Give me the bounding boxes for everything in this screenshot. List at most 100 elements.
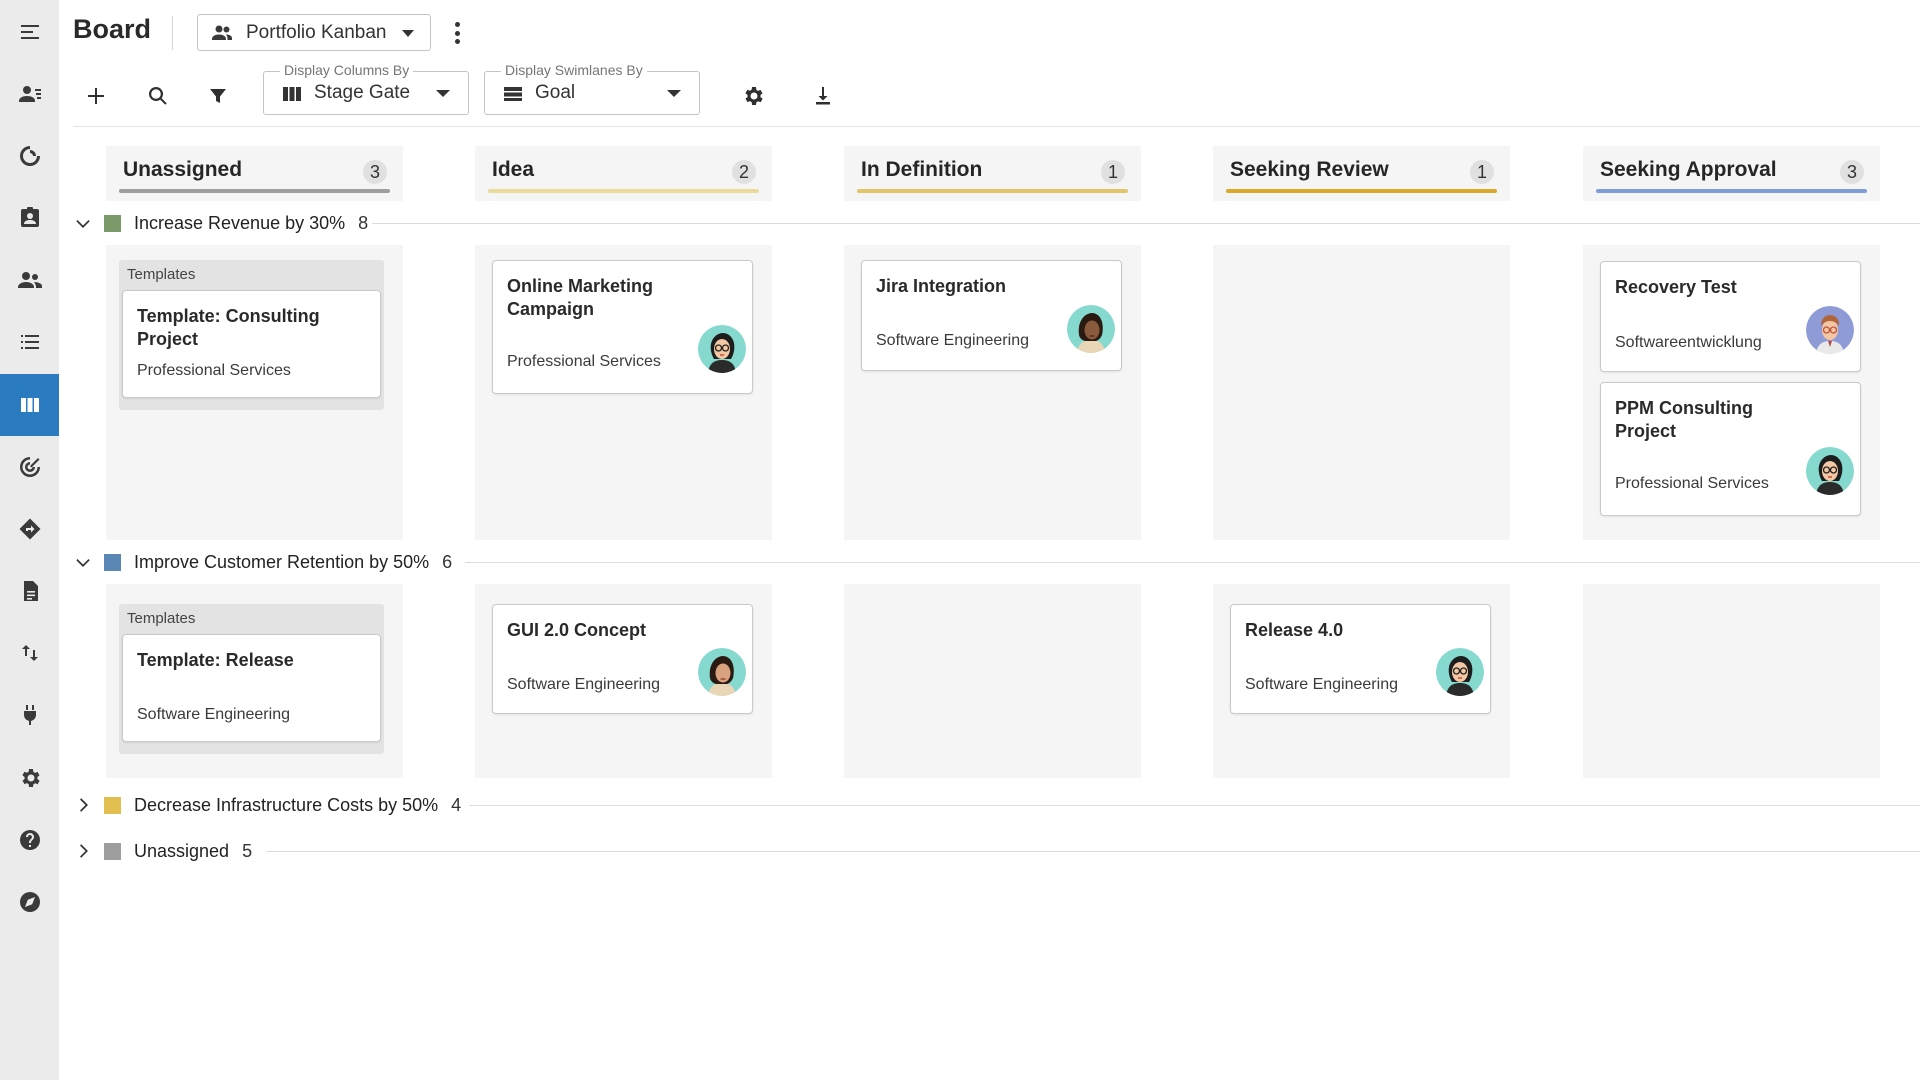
sidebar-item-resources[interactable] [0,63,59,125]
project-card[interactable]: GUI 2.0 Concept Software Engineering [492,604,753,714]
columns-icon [280,82,304,106]
chevron-right-icon [75,797,91,813]
swimlane-header-improve-retention[interactable]: Improve Customer Retention by 50% 6 [73,549,452,575]
view-selector[interactable]: Portfolio Kanban [197,14,431,51]
card-title: Online Marketing Campaign [507,276,654,319]
sidebar-item-board[interactable] [0,374,59,436]
swimlane-name: Improve Customer Retention by 50% [134,551,430,572]
list-icon [20,335,39,349]
column-status-bar [488,189,759,193]
swimlane-color-swatch [104,796,121,814]
transfer-icon [21,645,38,661]
plus-icon [88,88,104,104]
column-header-seeking-review: Seeking Review 1 [1213,146,1510,201]
column-header-idea: Idea 2 [475,146,772,201]
project-card[interactable]: Recovery Test Softwareentwicklung [1600,261,1861,372]
page-title: Board [73,14,152,44]
card-title: GUI 2.0 Concept [507,620,647,640]
lane1-cell-unassigned: Templates Template: Consulting Project P… [106,245,403,540]
sidebar-item-settings[interactable] [0,747,59,809]
swimlane-header-decrease-costs[interactable]: Decrease Infrastructure Costs by 50% 4 [73,792,461,818]
more-options-button[interactable] [447,20,467,46]
project-card[interactable]: Release 4.0 Software Engineering [1230,604,1491,714]
swimlane-name: Unassigned [134,840,230,861]
sidebar-item-assignments[interactable] [0,187,59,249]
lane1-cell-seeking-review [1213,245,1510,540]
swimlane-count: 5 [242,840,253,861]
card-subtitle: Software Engineering [507,676,660,693]
avatar [698,648,746,696]
column-title: Seeking Approval [1600,158,1777,181]
sidebar-item-explore[interactable] [0,871,59,933]
template-card[interactable]: Template: Consulting Project Professiona… [122,290,381,398]
lane2-cell-in-definition [844,584,1141,778]
lane1-cell-in-definition: Jira Integration Software Engineering [844,245,1141,540]
column-title: In Definition [861,158,983,181]
card-subtitle: Software Engineering [137,706,290,723]
swimlane-count: 4 [451,794,462,815]
lane1-cell-idea: Online Marketing Campaign Professional S… [475,245,772,540]
column-header-seeking-approval: Seeking Approval 3 [1583,146,1880,201]
card-subtitle: Professional Services [507,353,661,370]
sidebar-item-integrations[interactable] [0,684,59,746]
chevron-down-icon [436,90,450,97]
sidebar-menu-toggle[interactable] [0,1,59,63]
sidebar-item-roadmap[interactable] [0,498,59,560]
column-count-badge: 3 [363,160,387,184]
header-divider [172,16,173,50]
card-subtitle: Professional Services [1615,475,1769,492]
add-button[interactable] [78,78,114,114]
sidebar-item-teams[interactable] [0,249,59,311]
avatar [698,325,746,373]
swimlane-color-swatch [104,842,121,860]
target-icon [19,457,40,477]
swimlane-color-swatch [104,553,121,571]
header-separator [73,126,1920,127]
sidebar-item-transfer[interactable] [0,622,59,684]
swimlane-color-swatch [104,214,121,232]
sidebar-item-list[interactable] [0,311,59,373]
chevron-down-icon [402,30,414,37]
download-button[interactable] [805,78,841,114]
project-card[interactable]: PPM Consulting Project Professional Serv… [1600,382,1861,516]
swimlane-divider [469,805,1920,806]
display-columns-select[interactable]: Display Columns By Stage Gate [263,62,469,115]
templates-group: Templates Template: Consulting Project P… [119,260,384,410]
board-settings-button[interactable] [735,78,771,114]
swimlane-count: 6 [442,551,453,572]
column-count-badge: 2 [732,160,756,184]
rows-icon [501,82,525,106]
sidebar [0,0,59,1080]
avatar [1067,305,1115,353]
people-icon [210,21,234,45]
search-button[interactable] [140,78,176,114]
user-list-icon [18,86,41,102]
chevron-down-icon [667,90,681,97]
card-title: Jira Integration [876,276,1007,296]
sidebar-item-help[interactable] [0,809,59,871]
display-columns-legend: Display Columns By [280,62,414,78]
swimlane-header-increase-revenue[interactable]: Increase Revenue by 30% 8 [73,210,368,236]
sidebar-item-timesheets[interactable] [0,125,59,187]
display-swimlanes-legend: Display Swimlanes By [501,62,647,78]
gear-icon [745,87,763,105]
filter-icon [210,89,226,103]
avatar [1806,306,1854,354]
column-header-unassigned: Unassigned 3 [106,146,403,201]
help-icon [19,830,40,850]
avatar [1436,648,1484,696]
sidebar-item-documents[interactable] [0,560,59,622]
menu-icon [20,25,39,39]
swimlane-header-unassigned[interactable]: Unassigned 5 [73,838,252,864]
filter-button[interactable] [200,78,236,114]
column-count-badge: 1 [1470,160,1494,184]
display-swimlanes-select[interactable]: Display Swimlanes By Goal [484,62,700,115]
template-card[interactable]: Template: Release Software Engineering [122,634,381,742]
chevron-down-icon [75,215,91,231]
view-selector-label: Portfolio Kanban [246,21,387,43]
card-title: Template: Release [137,650,294,670]
sidebar-item-goals[interactable] [0,436,59,498]
project-card[interactable]: Jira Integration Software Engineering [861,260,1122,371]
project-card[interactable]: Online Marketing Campaign Professional S… [492,260,753,394]
card-title: PPM Consulting Project [1615,398,1753,441]
